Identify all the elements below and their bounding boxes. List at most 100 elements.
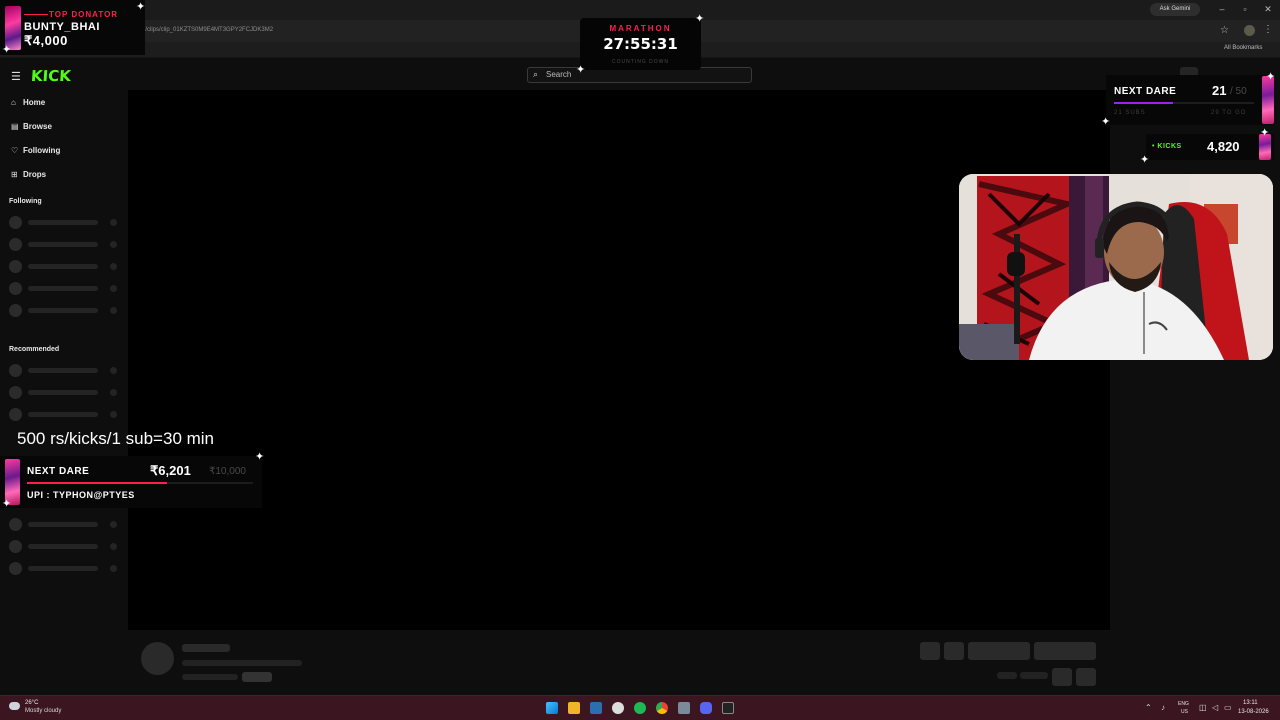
spotify-icon[interactable] <box>634 702 646 714</box>
recommended-skeleton-row <box>9 408 124 421</box>
marathon-time: 27:55:31 <box>603 35 678 53</box>
next-dare-subs-label: NEXT DARE <box>1114 86 1177 97</box>
nav-home[interactable]: ⌂ Home <box>11 98 45 107</box>
nav-browse[interactable]: ▤ Browse <box>11 122 52 131</box>
discord-icon[interactable] <box>700 702 712 714</box>
sparkle-icon: ✦ <box>1266 71 1276 83</box>
next-dare-subs-panel <box>1106 75 1274 125</box>
close-button[interactable]: ✕ <box>1263 4 1273 15</box>
following-skeleton-row <box>9 304 124 317</box>
sparkle-icon: ✦ <box>2 498 12 510</box>
drops-icon: ⊞ <box>11 170 18 179</box>
following-skeleton-row <box>9 238 124 251</box>
weather-condition[interactable]: Mostly cloudy <box>25 708 61 714</box>
language-indicator[interactable]: ENG <box>1178 701 1189 707</box>
minimize-button[interactable]: – <box>1217 4 1227 14</box>
next-dare-money-label: NEXT DARE <box>27 466 90 477</box>
search-placeholder: Search <box>546 70 572 79</box>
next-dare-subs-total: / 50 <box>1230 86 1247 97</box>
next-dare-subs-right: 29 TO GO <box>1211 110 1247 116</box>
bookmark-star-icon[interactable]: ☆ <box>1220 25 1229 36</box>
nav-following[interactable]: ♡ Following <box>11 146 60 155</box>
rate-info-text: 500 rs/kicks/1 sub=30 min <box>17 429 215 448</box>
stream-title-skeleton <box>182 660 302 666</box>
heart-icon: ♡ <box>11 146 19 155</box>
battery-icon[interactable]: ▭ <box>1224 703 1232 712</box>
kick-logo[interactable]: KICK <box>30 67 71 85</box>
weather-temp[interactable]: 26°C <box>25 700 38 706</box>
settings-icon[interactable] <box>612 702 624 714</box>
sparkle-icon: ✦ <box>695 13 705 25</box>
channel-name-skeleton <box>182 644 230 652</box>
keyboard-layout[interactable]: US <box>1181 709 1188 715</box>
cloud-icon[interactable] <box>9 702 20 710</box>
sparkle-icon: ✦ <box>576 64 586 76</box>
windows-start-icon[interactable] <box>546 702 558 714</box>
extension-icon[interactable] <box>1244 25 1255 36</box>
next-dare-subs-left: 21 SUBS <box>1114 110 1146 116</box>
url-text[interactable]: ...ayzz/clips/clip_01KZTS0M9E4MT3GPY2FCJ… <box>128 27 273 33</box>
chrome-icon[interactable] <box>656 702 668 714</box>
next-dare-subs-progress <box>1114 102 1173 104</box>
clock-time[interactable]: 13:11 <box>1243 700 1258 706</box>
category-skeleton <box>182 674 238 680</box>
next-dare-subs-count: 21 <box>1212 83 1227 98</box>
mic-icon[interactable]: ♪ <box>1161 703 1165 712</box>
app-icon[interactable] <box>678 702 690 714</box>
clock-date[interactable]: 13-08-2026 <box>1238 709 1269 715</box>
sparkle-icon: ✦ <box>2 44 12 56</box>
sparkle-icon: ✦ <box>255 451 265 463</box>
browser-menu-icon[interactable]: ⋮ <box>1263 24 1273 35</box>
sparkle-icon: ✦ <box>1140 154 1150 166</box>
following-skeleton-row <box>9 282 124 295</box>
vscode-icon[interactable] <box>590 702 602 714</box>
recommended-skeleton-row <box>9 518 124 531</box>
next-dare-money-amount: ₹6,201 <box>150 463 191 478</box>
chevron-up-icon[interactable]: ⌃ <box>1145 703 1152 712</box>
top-donator-amount: ₹4,000 <box>24 33 68 48</box>
marathon-subtitle: COUNTING DOWN <box>612 59 669 65</box>
action-skeleton <box>1076 668 1096 686</box>
volume-icon[interactable]: ◁ <box>1212 703 1218 712</box>
marathon-timer: MARATHON 27:55:31 COUNTING DOWN <box>580 18 701 70</box>
recommended-skeleton-row <box>9 364 124 377</box>
following-section-label: Following <box>9 198 42 205</box>
sparkle-icon: ✦ <box>1260 127 1270 139</box>
wifi-icon[interactable]: ◫ <box>1199 703 1207 712</box>
sparkle-icon: ✦ <box>1101 116 1111 128</box>
home-icon: ⌂ <box>11 98 16 107</box>
kicks-label: • KICKS <box>1152 143 1182 150</box>
terminal-icon[interactable] <box>722 702 734 714</box>
kicks-count: 4,820 <box>1207 139 1240 154</box>
donator-divider <box>24 14 48 15</box>
dare-art <box>1262 76 1274 124</box>
following-skeleton-row <box>9 260 124 273</box>
recommended-skeleton-row <box>9 562 124 575</box>
sparkle-icon: ✦ <box>136 1 146 13</box>
ask-gemini-button[interactable]: Ask Gemini <box>1150 3 1200 16</box>
all-bookmarks-link[interactable]: All Bookmarks <box>1224 45 1262 51</box>
subscribe-button-skeleton <box>1034 642 1096 660</box>
action-skeleton <box>944 642 964 660</box>
action-skeleton <box>1052 668 1072 686</box>
video-player[interactable] <box>128 90 1110 630</box>
nav-drops[interactable]: ⊞ Drops <box>11 170 46 179</box>
marathon-label: MARATHON <box>609 24 672 33</box>
upi-text: UPI : TYPHON@PTYES <box>27 490 135 500</box>
file-explorer-icon[interactable] <box>568 702 580 714</box>
next-dare-money-goal: ₹10,000 <box>209 466 246 477</box>
channel-avatar-skeleton <box>141 642 174 675</box>
menu-icon[interactable]: ☰ <box>11 70 21 83</box>
search-icon: ⌕ <box>533 69 539 79</box>
following-skeleton-row <box>9 216 124 229</box>
maximize-button[interactable]: ▫ <box>1240 4 1250 14</box>
recommended-section-label: Recommended <box>9 346 60 353</box>
follow-button-skeleton <box>968 642 1030 660</box>
recommended-skeleton-row <box>9 540 124 553</box>
tag-skeleton <box>242 672 272 682</box>
browser-tab-bar <box>0 0 1280 20</box>
browse-icon: ▤ <box>11 122 19 131</box>
top-donator-label: TOP DONATOR <box>49 10 119 19</box>
stat-skeleton <box>1020 672 1048 679</box>
webcam-image <box>959 174 1273 360</box>
